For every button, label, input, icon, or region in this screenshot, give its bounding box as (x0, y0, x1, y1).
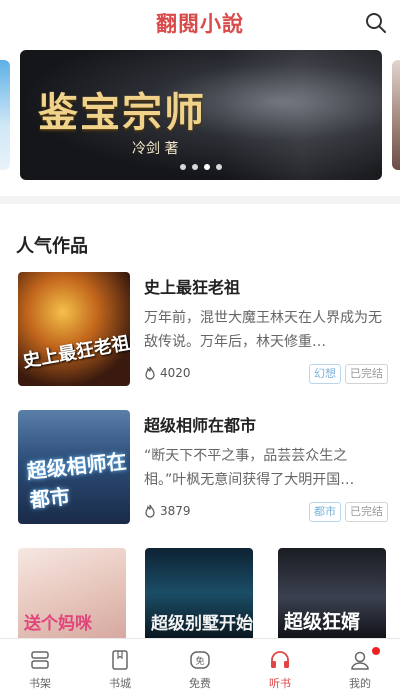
notification-badge (372, 647, 380, 655)
book-heat: 3879 (144, 504, 191, 518)
svg-text:免: 免 (195, 655, 204, 667)
app-logo: 翻閱小說 (156, 11, 244, 36)
tab-label: 书城 (109, 677, 131, 690)
headphones-icon (271, 651, 289, 668)
tab-mine[interactable]: 我的 (320, 639, 400, 694)
book-tags: 幻想 已完结 (305, 364, 388, 384)
tab-bookshelf[interactable]: 书架 (0, 639, 80, 694)
book-item[interactable]: 超级相师在都市 超级相师在都市 “断天下不平之事，品芸芸众生之相。”叶枫无意间获… (18, 410, 388, 526)
banner-prev-card[interactable] (0, 60, 10, 170)
genre-tag[interactable]: 都市 (309, 502, 341, 522)
cover-title: 超级狂婿 (284, 611, 361, 633)
book-title: 史上最狂老祖 (144, 278, 241, 297)
tab-label: 免费 (189, 677, 211, 690)
book-description: “断天下不平之事，品芸芸众生之相。”叶枫无意间获得了大明开国… (144, 448, 355, 488)
fire-icon (145, 504, 155, 518)
book-tags: 都市 已完结 (305, 502, 388, 522)
header: 翻閱小說 (0, 0, 400, 44)
section-divider (0, 196, 400, 204)
banner-title: 鉴宝宗师 (38, 89, 206, 136)
book-cover[interactable]: 史上最狂老祖 (18, 272, 130, 386)
bookstore-icon (112, 650, 128, 670)
section-title: 人气作品 (16, 236, 88, 257)
book-cover[interactable]: 超级狂婿 (278, 548, 386, 638)
book-title: 超级相师在都市 (144, 416, 257, 435)
heat-count: 4020 (160, 366, 191, 380)
status-tag: 已完结 (345, 364, 388, 384)
banner-slide[interactable]: 鉴宝宗师 冷剑 著 (20, 50, 382, 180)
carousel-dots (20, 155, 382, 174)
carousel-dot[interactable] (180, 164, 186, 170)
book-cover[interactable]: 送个妈咪 (18, 548, 126, 638)
bottom-tab-bar: 书架 书城 免 免费 听书 我的 (0, 638, 400, 694)
carousel-dot-active[interactable] (204, 164, 210, 170)
cover-title: 送个妈咪 (24, 614, 92, 634)
status-tag: 已完结 (345, 502, 388, 522)
heat-count: 3879 (160, 504, 191, 518)
bookshelf-icon (31, 651, 49, 669)
carousel-dot[interactable] (216, 164, 222, 170)
fire-icon (145, 366, 155, 380)
free-icon: 免 (190, 651, 210, 669)
book-heat: 4020 (144, 366, 191, 380)
banner-next-card[interactable] (392, 60, 400, 170)
tab-free[interactable]: 免 免费 (160, 639, 240, 694)
book-cover[interactable]: 超级相师在都市 (18, 410, 130, 524)
cover-title: 超级别墅开始 (151, 614, 253, 634)
carousel-dot[interactable] (192, 164, 198, 170)
tab-label: 我的 (349, 677, 371, 690)
tab-audiobook[interactable]: 听书 (240, 639, 320, 694)
genre-tag[interactable]: 幻想 (309, 364, 341, 384)
tab-bookstore[interactable]: 书城 (80, 639, 160, 694)
search-icon[interactable] (364, 11, 388, 35)
cover-title: 超级相师在都市 (25, 449, 128, 513)
banner-carousel[interactable]: 鉴宝宗师 冷剑 著 (0, 46, 400, 186)
cover-title: 史上最狂老祖 (21, 332, 130, 373)
book-item[interactable]: 史上最狂老祖 史上最狂老祖 万年前，混世大魔王林天在人界成为无敌传说。万年后，林… (18, 272, 388, 388)
tab-label: 书架 (29, 677, 51, 690)
tab-label: 听书 (269, 677, 291, 690)
book-description: 万年前，混世大魔王林天在人界成为无敌传说。万年后，林天修重… (144, 310, 382, 350)
user-icon (351, 651, 369, 670)
book-cover[interactable]: 超级别墅开始 (145, 548, 253, 638)
